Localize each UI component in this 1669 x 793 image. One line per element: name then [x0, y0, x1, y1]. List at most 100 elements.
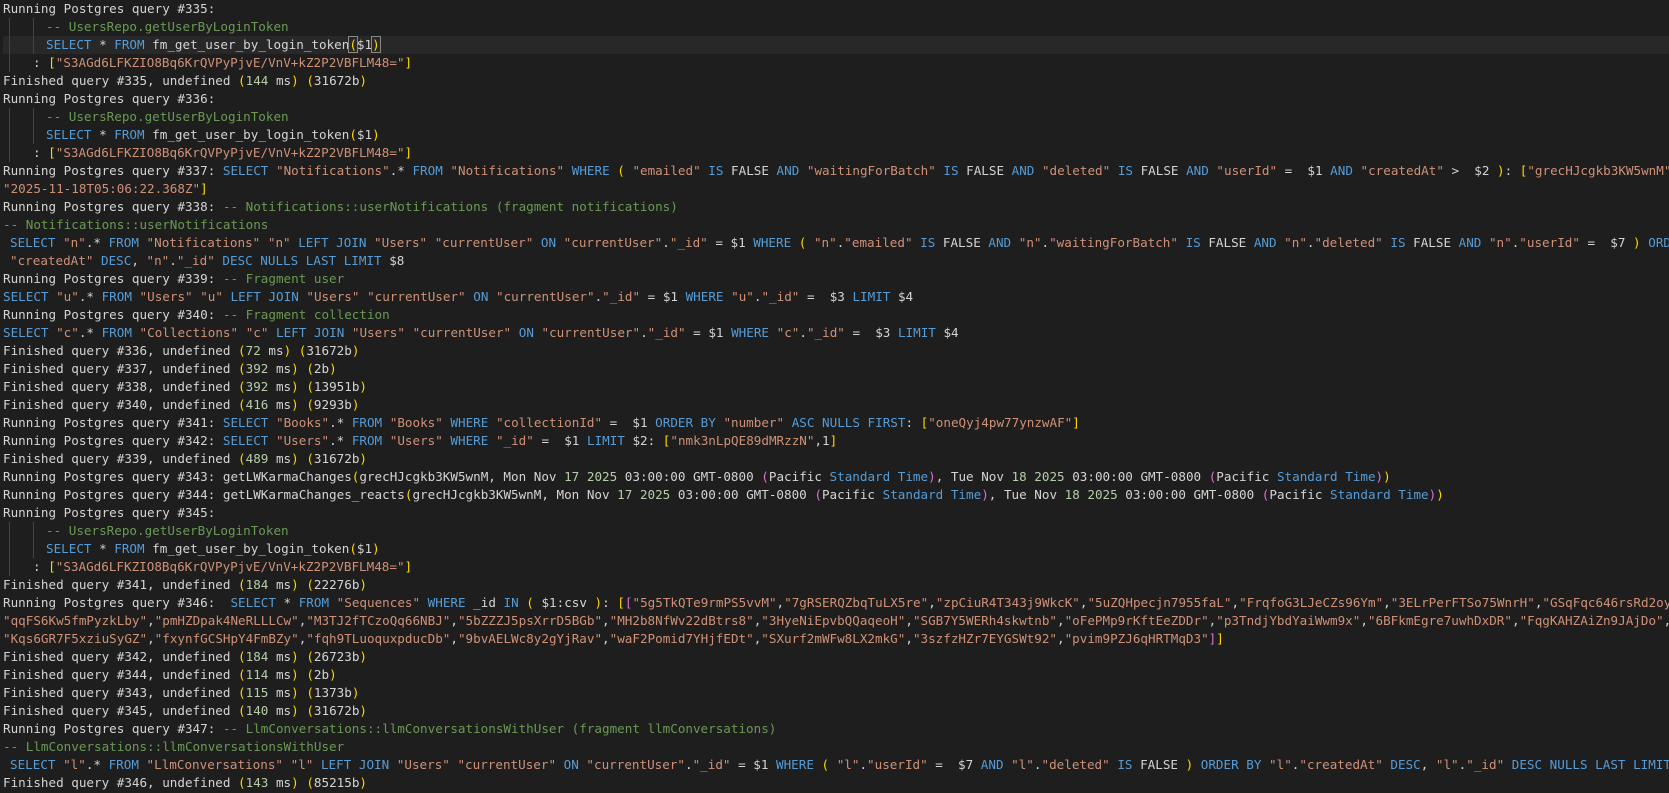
log-token: , [602, 613, 610, 628]
log-token: IS [1390, 235, 1406, 250]
log-token: SELECT [46, 37, 92, 52]
log-token: . [662, 235, 670, 250]
log-token: AND [1458, 235, 1482, 250]
log-token: "grecHJcgkb3KW5wnM" [1527, 163, 1669, 178]
log-token: .* [329, 433, 352, 448]
log-token: WHERE [776, 757, 814, 772]
log-token: 2025 [1034, 469, 1065, 484]
log-token: . [799, 325, 807, 340]
log-token: 2b [313, 667, 330, 682]
log-token: ) [372, 127, 380, 142]
log-line: "2025-11-18T05:06:22.368Z"] [3, 180, 1669, 198]
log-token [268, 163, 276, 178]
log-token: , [1057, 631, 1065, 646]
log-token: "createdAt" [1299, 757, 1383, 772]
log-token: FROM [108, 235, 139, 250]
log-line: SELECT "n".* FROM "Notifications" "n" LE… [3, 234, 1669, 252]
log-token: , [905, 613, 913, 628]
log-token: ms [268, 703, 292, 718]
log-token: ) [1496, 163, 1505, 178]
log-token: ( [306, 775, 314, 790]
log-token [132, 325, 140, 340]
log-token: SELECT [222, 415, 269, 430]
log-token: "n" [813, 235, 837, 250]
log-token: Finished query #345, undefined [3, 703, 239, 718]
log-token: ( [349, 541, 357, 556]
log-token: $2: [624, 433, 663, 448]
log-token: 9293b [313, 397, 352, 412]
log-token: FALSE [1405, 235, 1459, 250]
log-line: Running Postgres query #346: SELECT * FR… [3, 594, 1669, 612]
log-token [1178, 235, 1186, 250]
log-token: SELECT [230, 595, 276, 610]
log-token: ms [268, 361, 292, 376]
log-token: ( [238, 775, 246, 790]
log-token: LIMIT [897, 325, 936, 340]
log-token: "_id" [495, 433, 534, 448]
log-token: ( [306, 667, 314, 682]
log-token: ( [238, 73, 246, 88]
log-token: Running Postgres query #337: [3, 163, 223, 178]
log-token: "GSqFqc646rsRd2oyz" [1542, 595, 1669, 610]
log-token: "_id" [176, 253, 215, 268]
log-token: [ [48, 559, 56, 574]
log-token: = $1 [533, 433, 587, 448]
log-token: "waitingForBatch" [1049, 235, 1178, 250]
log-token: ) [329, 361, 337, 376]
terminal-output[interactable]: Running Postgres query #335: -- UsersRepo… [0, 0, 1669, 792]
log-token: ms [268, 451, 292, 466]
log-token: . [640, 325, 648, 340]
log-token: .* [329, 415, 352, 430]
log-token: ( [238, 667, 246, 682]
log-token: "Users" [139, 289, 193, 304]
log-token: = $1 [707, 235, 754, 250]
log-token: Finished query #344, undefined [3, 667, 239, 682]
log-token: ms [268, 667, 292, 682]
log-token: ) [291, 685, 299, 700]
log-token: ( [238, 361, 246, 376]
log-token: Running Postgres query #347: [3, 721, 223, 736]
log-token: : [1504, 163, 1520, 178]
log-token: : [33, 559, 49, 574]
log-token: 03:00:00 GMT-0800 [617, 469, 762, 484]
log-token: ( [306, 649, 314, 664]
log-token: : [905, 415, 921, 430]
log-token: 489 [245, 451, 269, 466]
log-token: "c" [776, 325, 800, 340]
log-token: "fxynfGCSHpY4FmBZy" [154, 631, 299, 646]
log-token: ) [371, 36, 381, 53]
log-token [1504, 757, 1512, 772]
log-token [366, 235, 374, 250]
log-token [556, 235, 564, 250]
log-token [268, 325, 276, 340]
log-token: AND [1253, 235, 1277, 250]
log-token: 18 [1011, 469, 1027, 484]
log-token: "5uZQHpecjn7955faL" [1087, 595, 1232, 610]
log-token [1011, 235, 1019, 250]
log-token: ) [928, 469, 936, 484]
log-token: "SGB7Y5WERh4skwtnb" [912, 613, 1057, 628]
log-line: Running Postgres query #343: getLWKarmaC… [3, 468, 1669, 486]
indent-guide [33, 126, 34, 144]
log-token: "3szfzHZr7EYGSWt92" [912, 631, 1057, 646]
log-token: ) [359, 379, 368, 394]
log-token: "pvim9PZJ6qHRTMqD3" [1064, 631, 1209, 646]
log-token: Standard Time [829, 469, 929, 484]
log-token: LIMIT [852, 289, 891, 304]
log-token [1353, 163, 1361, 178]
log-line: : ["S3AGd6LFKZIO8Bq6KrQVPyPjvE/VnV+kZ2P2… [3, 54, 1669, 72]
log-token: "currentUser" [563, 235, 663, 250]
log-token: Finished query #338, undefined [3, 379, 239, 394]
log-token: 17 [617, 487, 633, 502]
log-token: ( [349, 127, 357, 142]
log-token [389, 757, 397, 772]
log-token: "n" [267, 235, 291, 250]
log-token: "n" [1284, 235, 1307, 250]
log-token: DESC [101, 253, 132, 268]
log-token [799, 163, 807, 178]
log-token: ms [268, 577, 292, 592]
log-token: 2025 [586, 469, 618, 484]
log-token: = $1 [730, 757, 776, 772]
log-token [913, 235, 921, 250]
log-token: FALSE [1132, 163, 1187, 178]
